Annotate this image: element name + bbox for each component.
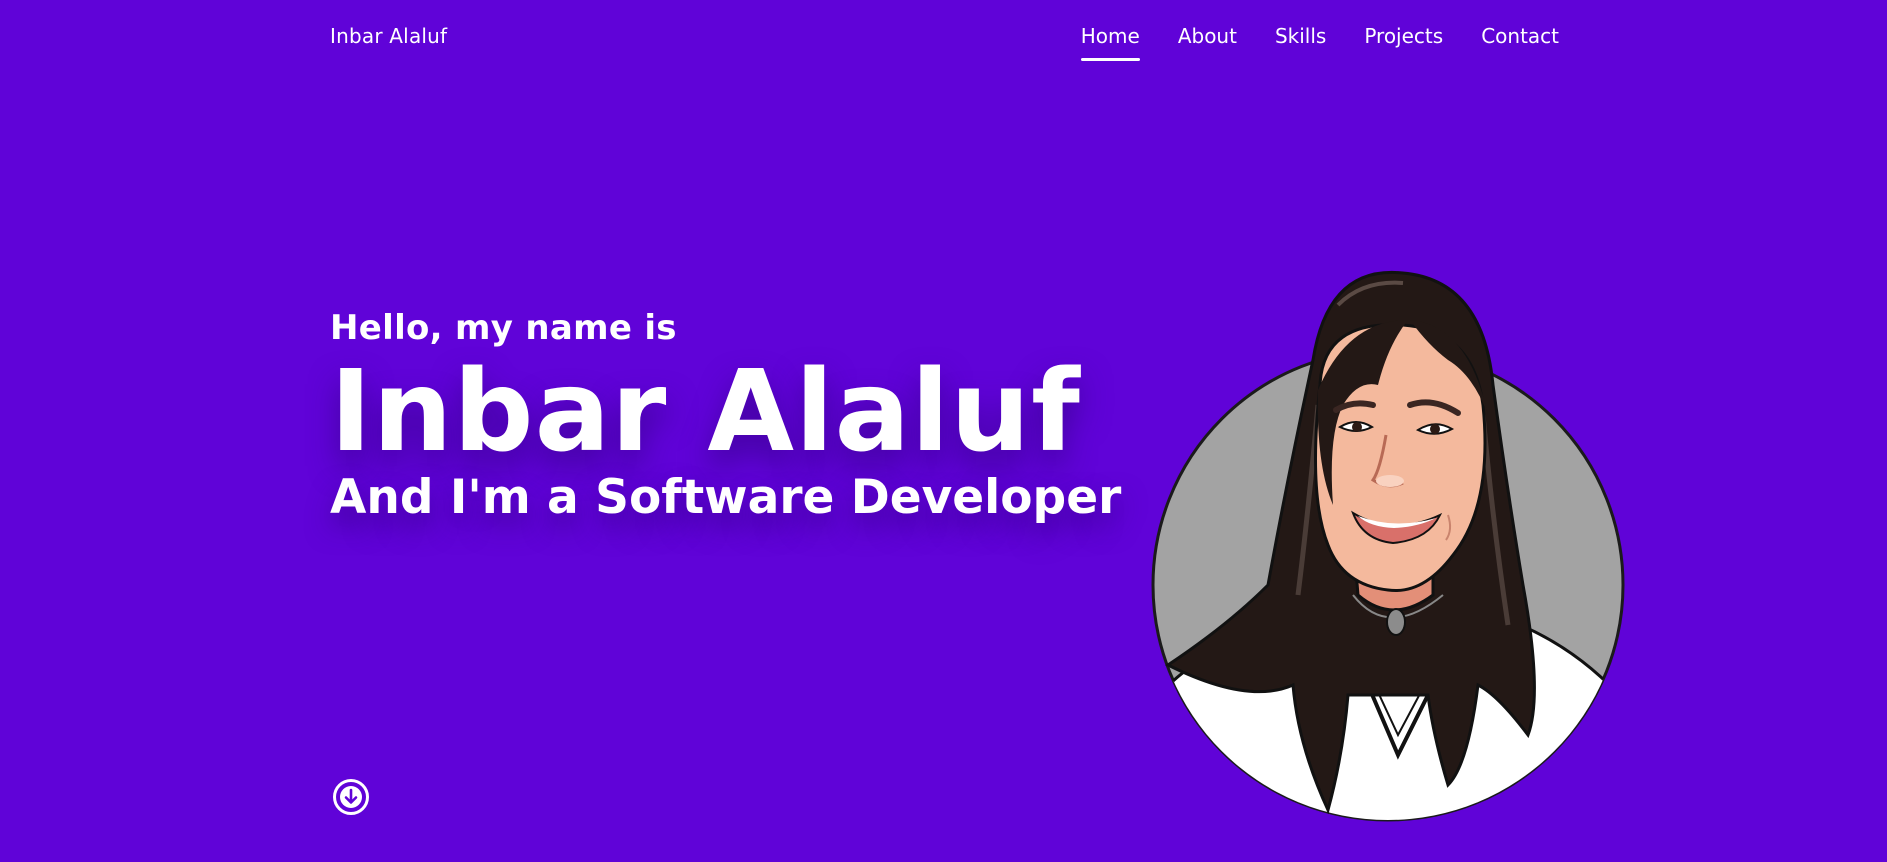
main-nav: Home About Skills Projects Contact (1080, 24, 1559, 61)
hero-name: Inbar Alaluf (330, 347, 1081, 477)
nav-contact[interactable]: Contact (1481, 24, 1559, 48)
arrow-down-circle-icon[interactable] (332, 778, 370, 816)
hero-role: And I'm a Software Developer (330, 470, 1122, 525)
site-brand[interactable]: Inbar Alaluf (330, 24, 447, 48)
home-page: Inbar Alaluf Home About Skills Projects … (0, 0, 1887, 862)
nav-about[interactable]: About (1178, 24, 1237, 48)
nav-home[interactable]: Home (1080, 24, 1140, 61)
nav-projects[interactable]: Projects (1364, 24, 1443, 48)
hero-section: Hello, my name is Inbar Alaluf And I'm a… (330, 304, 1121, 528)
hero-greeting: Hello, my name is (330, 308, 677, 348)
nav-skills[interactable]: Skills (1275, 24, 1326, 48)
avatar-portrait (1148, 265, 1628, 825)
